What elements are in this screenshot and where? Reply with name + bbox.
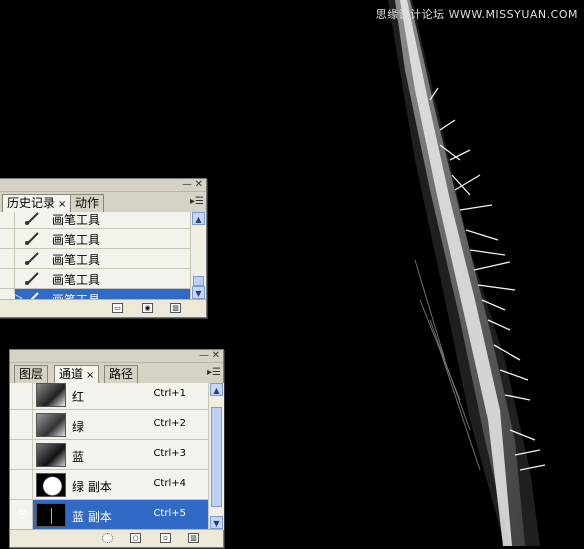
close-icon[interactable]: ✕ [195,179,203,191]
scroll-up-icon[interactable]: ▲ [210,383,223,396]
channels-footer: ○ ▫ ▥ [10,529,223,547]
tab-history[interactable]: 历史记录 × [2,194,72,213]
brush-icon [25,232,39,245]
scroll-thumb[interactable] [193,276,204,286]
history-panel: — ✕ 历史记录 × 动作 ▸☰ 画笔工具 画笔工具 画笔工具 画笔工具 ▷ 画… [0,178,207,318]
tab-layers[interactable]: 图层 [14,365,49,383]
save-selection-icon[interactable]: ○ [130,533,141,543]
scroll-down-icon[interactable]: ▼ [192,286,205,299]
load-selection-icon[interactable] [102,533,113,543]
tab-channels[interactable]: 通道 × [54,365,100,384]
panel-titlebar[interactable]: — ✕ [10,350,223,363]
visibility-toggle[interactable] [10,470,33,499]
watermark: 思缘设计论坛 WWW.MISSYUAN.COM [375,8,578,21]
panel-menu-icon[interactable]: ▸☰ [207,367,221,378]
visibility-toggle[interactable] [10,440,33,469]
channels-scrollbar[interactable]: ▲ ▼ [208,383,224,530]
channel-row-green[interactable]: 绿 Ctrl+2 [10,410,208,440]
tab-close-icon[interactable]: × [86,370,94,381]
visibility-toggle[interactable] [10,383,33,409]
history-item[interactable]: 画笔工具 [0,212,190,229]
close-icon[interactable]: ✕ [212,350,220,362]
minimize-icon[interactable]: — [199,350,209,362]
scroll-down-icon[interactable]: ▼ [210,516,223,529]
panel-menu-icon[interactable]: ▸☰ [190,196,204,207]
tab-close-icon[interactable]: × [58,199,66,210]
trash-icon[interactable]: ▥ [188,533,199,543]
channel-thumbnail [36,473,66,497]
snapshot-icon[interactable]: ◉ [142,303,153,313]
history-list: 画笔工具 画笔工具 画笔工具 画笔工具 ▷ 画笔工具 [0,212,190,300]
scroll-thumb[interactable] [211,407,222,507]
new-channel-icon[interactable]: ▫ [160,533,171,543]
brush-icon [25,212,39,225]
history-item[interactable]: 画笔工具 [0,269,190,289]
channel-row-red[interactable]: 红 Ctrl+1 [10,383,208,410]
tab-paths[interactable]: 路径 [104,365,139,383]
channel-row-blue-copy[interactable]: 👁 蓝 副本 Ctrl+5 [10,500,208,530]
new-document-from-state-icon[interactable]: ▭ [112,303,123,313]
channels-panel: — ✕ 图层 通道 × 路径 ▸☰ 红 Ctrl+1 绿 Ctrl+2 蓝 Ct… [9,349,224,548]
tab-actions[interactable]: 动作 [70,194,105,212]
channel-row-blue[interactable]: 蓝 Ctrl+3 [10,440,208,470]
channels-list: 红 Ctrl+1 绿 Ctrl+2 蓝 Ctrl+3 绿 副本 Ctrl+4 👁 [10,383,208,530]
history-item[interactable]: 画笔工具 [0,229,190,249]
channel-row-green-copy[interactable]: 绿 副本 Ctrl+4 [10,470,208,500]
history-item[interactable]: 画笔工具 [0,249,190,269]
panel-titlebar[interactable]: — ✕ [0,179,206,192]
channels-tabs: 图层 通道 × 路径 ▸☰ [10,363,223,384]
channel-thumbnail [36,383,66,407]
visibility-toggle[interactable]: 👁 [10,500,33,529]
channel-thumbnail [36,443,66,467]
brush-icon [25,252,39,265]
minimize-icon[interactable]: — [182,179,192,191]
scroll-up-icon[interactable]: ▲ [192,212,205,225]
brush-icon [25,272,39,285]
visibility-toggle[interactable] [10,410,33,439]
channel-thumbnail [36,503,66,527]
history-footer: ▭ ◉ ▥ [0,299,206,317]
history-tabs: 历史记录 × 动作 ▸☰ [0,192,206,213]
trash-icon[interactable]: ▥ [170,303,181,313]
channel-thumbnail [36,413,66,437]
history-scrollbar[interactable]: ▲ ▼ [190,212,206,300]
eye-icon: 👁 [15,508,29,521]
